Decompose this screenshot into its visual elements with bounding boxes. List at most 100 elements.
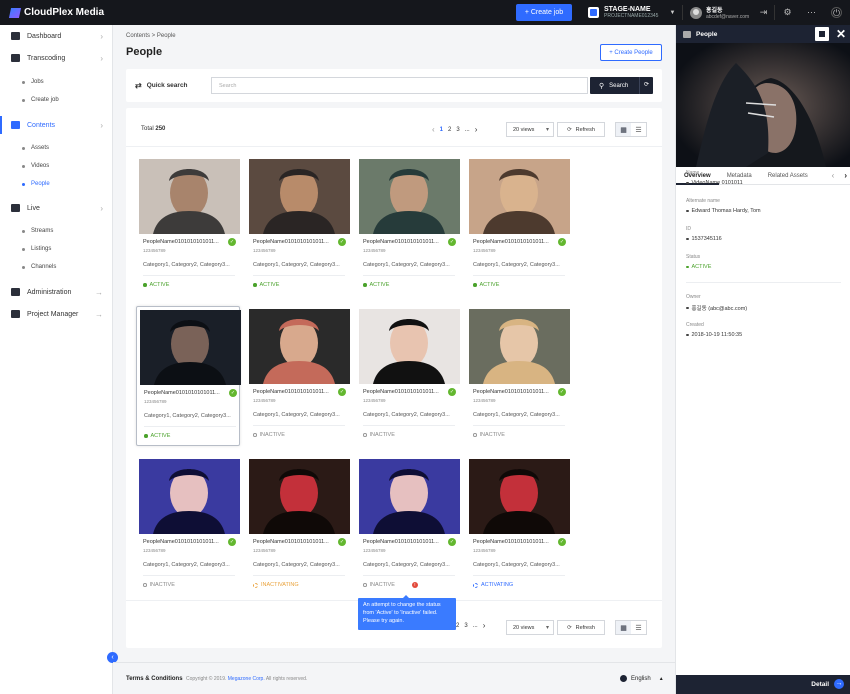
person-card[interactable]: PeopleName0101010101011... ✓ 123456789 Cate… [356, 306, 460, 446]
sidebar-item-project-manager[interactable]: Project Manager → [0, 305, 113, 323]
page-2[interactable]: 2 [456, 623, 459, 629]
refresh-button[interactable]: ⟳ Refresh [557, 122, 605, 137]
prev-page-icon[interactable]: ‹ [432, 125, 435, 134]
status-badge[interactable]: ACTIVE [363, 282, 389, 288]
terms-link[interactable]: Terms & Conditions [126, 676, 183, 682]
search-button[interactable]: ⚲ Search ⟳ [590, 77, 653, 94]
sidebar-item-administration[interactable]: Administration → [0, 283, 113, 301]
status-badge[interactable]: INACTIVATING [253, 582, 299, 588]
app-logo[interactable]: CloudPlex Media [8, 7, 104, 18]
grid-view-icon[interactable]: ▦ [616, 123, 631, 136]
person-thumbnail[interactable] [249, 159, 350, 234]
person-name[interactable]: PeopleName0101010101011... [253, 239, 333, 245]
page-more[interactable]: ... [473, 623, 478, 629]
tab-related-assets[interactable]: Related Assets [760, 167, 816, 185]
sidebar-item-videos[interactable]: Videos [22, 163, 49, 169]
search-input[interactable]: Search [211, 77, 588, 94]
error-icon[interactable]: ! [411, 582, 418, 588]
status-badge[interactable]: INACTIVE [363, 432, 395, 438]
create-job-button[interactable]: + Create job [516, 4, 572, 21]
person-name[interactable]: PeopleName0101010101011... [253, 389, 333, 395]
list-view-icon[interactable]: ☰ [631, 123, 646, 136]
status-badge[interactable]: ACTIVATING [473, 582, 513, 588]
logout-icon[interactable]: ⇥ [758, 7, 769, 18]
person-thumbnail[interactable] [359, 309, 460, 384]
person-name[interactable]: PeopleName0101010101011... [363, 539, 443, 545]
detail-button[interactable]: Detail → [676, 675, 850, 694]
person-thumbnail[interactable] [249, 459, 350, 534]
sidebar-item-listings[interactable]: Listings [22, 246, 51, 252]
person-card[interactable]: PeopleName0101010101011... ✓ 123456789 Cate… [356, 456, 460, 596]
person-name[interactable]: PeopleName0101010101011... [473, 239, 553, 245]
person-name[interactable]: PeopleName0101010101011... [144, 390, 224, 396]
close-icon[interactable]: ✕ [834, 27, 848, 41]
user-menu[interactable]: 홍길동 abcdef@naver.com [690, 5, 749, 20]
person-name[interactable]: PeopleName0101010101011... [473, 389, 553, 395]
pin-panel-icon[interactable] [815, 27, 829, 41]
chevron-left-icon[interactable]: ‹ [832, 171, 835, 180]
sidebar-item-contents[interactable]: Contents › [0, 116, 113, 134]
person-card[interactable]: PeopleName0101010101011... ✓ 123456789 Cate… [466, 156, 570, 296]
person-card[interactable]: PeopleName0101010101011... ✓ 123456789 Cate… [246, 306, 350, 446]
person-card[interactable]: PeopleName0101010101011... ✓ 123456789 Cate… [466, 306, 570, 446]
person-name[interactable]: PeopleName0101010101011... [473, 539, 553, 545]
person-card[interactable]: PeopleName0101010101011... ✓ 123456789 Cate… [466, 456, 570, 596]
status-badge[interactable]: ACTIVE [144, 433, 170, 439]
status-badge[interactable]: ACTIVE [253, 282, 279, 288]
chevron-right-icon[interactable]: › [844, 171, 847, 180]
person-thumbnail[interactable] [469, 459, 570, 534]
status-badge[interactable]: INACTIVE [253, 432, 285, 438]
sidebar-item-assets[interactable]: Assets [22, 145, 49, 151]
person-thumbnail[interactable] [469, 159, 570, 234]
person-card[interactable]: PeopleName0101010101011... ✓ 123456789 Cate… [136, 456, 240, 596]
status-badge[interactable]: INACTIVE! [363, 582, 418, 588]
more-icon[interactable]: ⋯ [806, 7, 817, 18]
page-1[interactable]: 1 [440, 127, 443, 133]
page-3[interactable]: 3 [456, 127, 459, 133]
breadcrumb[interactable]: Contents > People [126, 33, 176, 39]
sidebar-item-live[interactable]: Live › [0, 199, 113, 217]
create-people-button[interactable]: + Create People [600, 44, 662, 61]
language-select[interactable]: English ▲ [620, 675, 664, 682]
person-thumbnail[interactable] [359, 159, 460, 234]
status-badge[interactable]: ACTIVE [143, 282, 169, 288]
views-select-bottom[interactable]: 20 views [506, 620, 554, 635]
company-link[interactable]: Megazone Corp. [228, 676, 265, 682]
gear-icon[interactable]: ⚙ [782, 7, 793, 18]
person-name[interactable]: PeopleName0101010101011... [363, 389, 443, 395]
status-badge[interactable]: ACTIVE [473, 282, 499, 288]
refresh-button-bottom[interactable]: ⟳ Refresh [557, 620, 605, 635]
sidebar-item-transcoding[interactable]: Transcoding › [0, 49, 113, 67]
person-name[interactable]: PeopleName0101010101011... [253, 539, 333, 545]
person-thumbnail[interactable] [249, 309, 350, 384]
sidebar-item-dashboard[interactable]: Dashboard › [0, 27, 113, 45]
person-thumbnail[interactable] [140, 310, 241, 385]
person-name[interactable]: PeopleName0101010101011... [143, 239, 223, 245]
grid-view-icon[interactable]: ▦ [616, 621, 631, 634]
person-card[interactable]: PeopleName0101010101011... ✓ 123456789 Cate… [246, 156, 350, 296]
stage-selector[interactable]: STAGE-NAME PROJECTNAME012345 ▼ [588, 4, 675, 21]
status-badge[interactable]: INACTIVE [473, 432, 505, 438]
sidebar-item-jobs[interactable]: Jobs [22, 79, 44, 85]
person-thumbnail[interactable] [469, 309, 570, 384]
person-card[interactable]: PeopleName0101010101011... ✓ 123456789 Cate… [356, 156, 460, 296]
page-2[interactable]: 2 [448, 127, 451, 133]
list-view-icon[interactable]: ☰ [631, 621, 646, 634]
power-icon[interactable]: ⏻ [831, 7, 842, 18]
next-page-icon[interactable]: › [483, 621, 486, 630]
filter-icon[interactable]: ⇄ [135, 81, 142, 90]
person-thumbnail[interactable] [359, 459, 460, 534]
person-thumbnail[interactable] [139, 159, 240, 234]
sidebar-item-streams[interactable]: Streams [22, 228, 53, 234]
person-name[interactable]: PeopleName0101010101011... [143, 539, 223, 545]
person-card[interactable]: PeopleName0101010101011... ✓ 123456789 Cate… [136, 156, 240, 296]
reset-icon[interactable]: ⟳ [639, 77, 653, 94]
sidebar-item-channels[interactable]: Channels [22, 264, 56, 270]
status-badge[interactable]: INACTIVE [143, 582, 175, 588]
person-card[interactable]: PeopleName0101010101011... ✓ 123456789 Cate… [136, 306, 241, 446]
person-card[interactable]: PeopleName0101010101011... ✓ 123456789 Cate… [246, 456, 350, 596]
next-page-icon[interactable]: › [475, 125, 478, 134]
person-name[interactable]: PeopleName0101010101011... [363, 239, 443, 245]
person-thumbnail[interactable] [139, 459, 240, 534]
sidebar-item-create-job[interactable]: Create job [22, 97, 59, 103]
